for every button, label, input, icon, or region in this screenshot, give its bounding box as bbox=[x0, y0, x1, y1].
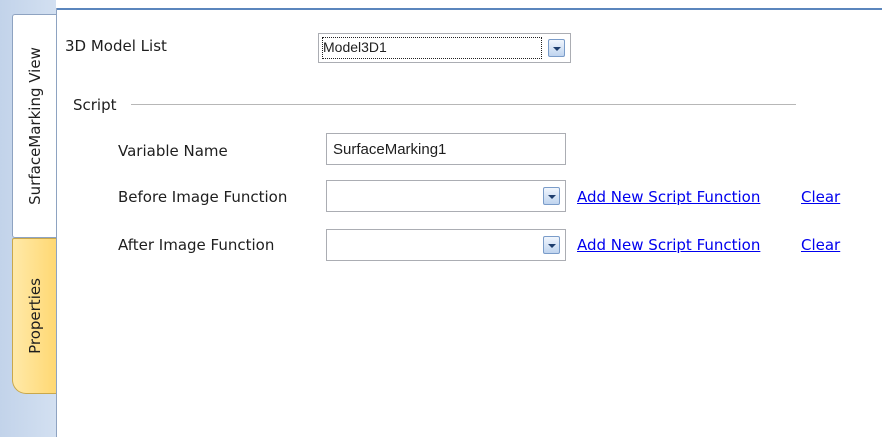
tab-surfacemarking-view[interactable]: SurfaceMarking View bbox=[12, 14, 56, 238]
side-tab-strip: SurfaceMarking View Properties bbox=[0, 0, 56, 437]
model-list-combobox[interactable]: Model3D1 bbox=[318, 33, 571, 63]
panel-top-border bbox=[56, 8, 882, 10]
before-image-function-combobox[interactable] bbox=[326, 180, 566, 212]
panel-left-border bbox=[56, 8, 57, 437]
chevron-down-icon[interactable] bbox=[543, 187, 560, 205]
variable-name-field[interactable]: SurfaceMarking1 bbox=[326, 133, 566, 165]
after-image-function-label: After Image Function bbox=[118, 236, 275, 254]
tab-properties[interactable]: Properties bbox=[12, 238, 56, 394]
before-add-new-script-function-link[interactable]: Add New Script Function bbox=[577, 188, 760, 206]
after-clear-link[interactable]: Clear bbox=[801, 236, 840, 254]
before-clear-link[interactable]: Clear bbox=[801, 188, 840, 206]
model-list-label: 3D Model List bbox=[65, 37, 167, 55]
tab-properties-label: Properties bbox=[25, 278, 44, 354]
before-image-function-label: Before Image Function bbox=[118, 188, 288, 206]
after-image-function-combobox[interactable] bbox=[326, 229, 566, 261]
script-group-divider bbox=[131, 104, 796, 105]
after-add-new-script-function-link[interactable]: Add New Script Function bbox=[577, 236, 760, 254]
chevron-down-icon[interactable] bbox=[543, 236, 560, 254]
model-list-selected-value: Model3D1 bbox=[323, 39, 387, 55]
script-group-label: Script bbox=[73, 96, 117, 114]
variable-name-label: Variable Name bbox=[118, 142, 228, 160]
chevron-down-icon[interactable] bbox=[548, 39, 565, 57]
tab-surfacemarking-view-label: SurfaceMarking View bbox=[25, 47, 44, 205]
